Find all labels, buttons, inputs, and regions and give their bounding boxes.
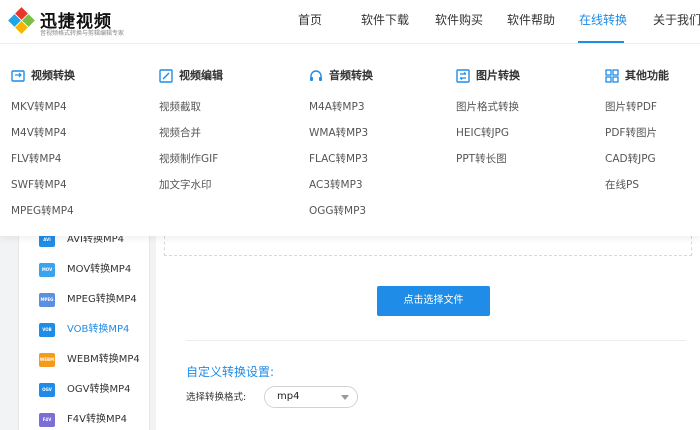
logo[interactable]: 迅捷视频 音视频格式转换与剪辑编辑专家 [8,6,140,38]
upload-drop-area[interactable] [164,236,692,256]
sidebar-item-label: MPEG转换MP4 [67,294,137,305]
top-header: 迅捷视频 音视频格式转换与剪辑编辑专家 首页 软件下载 软件购买 软件帮助 在线… [0,0,700,44]
headphones-icon [310,70,322,81]
sidebar-item-label: OGV转换MP4 [67,384,131,395]
menu-item-mkv-mp4[interactable]: MKV转MP4 [11,100,67,114]
online-convert-dropdown: 视频转换 MKV转MP4 M4V转MP4 FLV转MP4 SWF转MP4 MPE… [0,44,700,236]
section-divider [186,340,686,341]
vob-file-icon: VOB [39,323,55,337]
image-convert-icon [456,69,470,83]
format-label: 选择转换格式: [186,392,247,403]
menu-item-online-ps[interactable]: 在线PS [605,178,639,192]
ogv-file-icon: OGV [39,383,55,397]
menu-item-mpeg-mp4[interactable]: MPEG转MP4 [11,204,74,218]
menu-column-title: 图片转换 [476,69,520,82]
logo-tagline: 音视频格式转换与剪辑编辑专家 [40,30,125,37]
sidebar-item-label: F4V转换MP4 [67,414,127,425]
menu-item-cad-jpg[interactable]: CAD转JPG [605,152,656,166]
video-edit-icon [159,69,173,83]
format-select-value: mp4 [277,391,300,402]
grid-icon [605,69,619,83]
menu-column-title: 视频编辑 [179,69,223,82]
sidebar-item-label: MOV转换MP4 [67,264,132,275]
webm-file-icon: WEBM [39,353,55,367]
nav-about[interactable]: 关于我们 [653,0,700,44]
format-select[interactable]: mp4 [264,386,358,408]
menu-item-wma-mp3[interactable]: WMA转MP3 [309,126,368,140]
menu-item-image-format[interactable]: 图片格式转换 [456,100,519,114]
menu-item-flac-mp3[interactable]: FLAC转MP3 [309,152,368,166]
menu-column-title: 其他功能 [625,69,669,82]
menu-item-swf-mp4[interactable]: SWF转MP4 [11,178,67,192]
menu-item-video-to-gif[interactable]: 视频制作GIF [159,152,218,166]
menu-item-ac3-mp3[interactable]: AC3转MP3 [309,178,363,192]
choose-file-button[interactable]: 点击选择文件 [377,286,490,316]
menu-item-ogg-mp3[interactable]: OGG转MP3 [309,204,366,218]
menu-item-video-trim[interactable]: 视频截取 [159,100,201,114]
nav-active-indicator [578,41,624,43]
menu-item-image-pdf[interactable]: 图片转PDF [605,100,657,114]
menu-item-heic-jpg[interactable]: HEIC转JPG [456,126,509,140]
menu-column-title: 视频转换 [31,69,75,82]
menu-column-title: 音频转换 [329,69,373,82]
format-sidebar: AVI AVI转换MP4 MOV MOV转换MP4 MPEG MPEG转换MP4… [18,233,150,430]
menu-item-ppt-long-image[interactable]: PPT转长图 [456,152,507,166]
caret-down-icon [341,395,349,400]
sidebar-item-label: VOB转换MP4 [67,324,130,335]
menu-item-text-watermark[interactable]: 加文字水印 [159,178,212,192]
sidebar-item-f4v[interactable]: F4V F4V转换MP4 [19,408,149,430]
sidebar-item-mov[interactable]: MOV MOV转换MP4 [19,258,149,288]
menu-item-flv-mp4[interactable]: FLV转MP4 [11,152,62,166]
sidebar-item-webm[interactable]: WEBM WEBM转换MP4 [19,348,149,378]
mov-file-icon: MOV [39,263,55,277]
sidebar-item-vob[interactable]: VOB VOB转换MP4 [19,318,149,348]
mpeg-file-icon: MPEG [39,293,55,307]
menu-item-m4v-mp4[interactable]: M4V转MP4 [11,126,67,140]
nav-purchase[interactable]: 软件购买 [435,0,483,44]
sidebar-item-mpeg[interactable]: MPEG MPEG转换MP4 [19,288,149,318]
nav-home[interactable]: 首页 [298,0,322,44]
nav-online-convert[interactable]: 在线转换 [579,0,627,44]
sidebar-item-ogv[interactable]: OGV OGV转换MP4 [19,378,149,408]
custom-settings-title: 自定义转换设置: [186,365,275,379]
nav-help[interactable]: 软件帮助 [507,0,555,44]
nav-download[interactable]: 软件下载 [361,0,409,44]
video-convert-icon [11,70,25,82]
logo-mark-icon [8,7,35,34]
menu-item-m4a-mp3[interactable]: M4A转MP3 [309,100,365,114]
menu-item-video-merge[interactable]: 视频合并 [159,126,201,140]
convert-panel: 点击选择文件 自定义转换设置: 选择转换格式: mp4 [156,236,700,430]
f4v-file-icon: F4V [39,413,55,427]
sidebar-item-label: WEBM转换MP4 [67,354,140,365]
menu-item-pdf-image[interactable]: PDF转图片 [605,126,657,140]
